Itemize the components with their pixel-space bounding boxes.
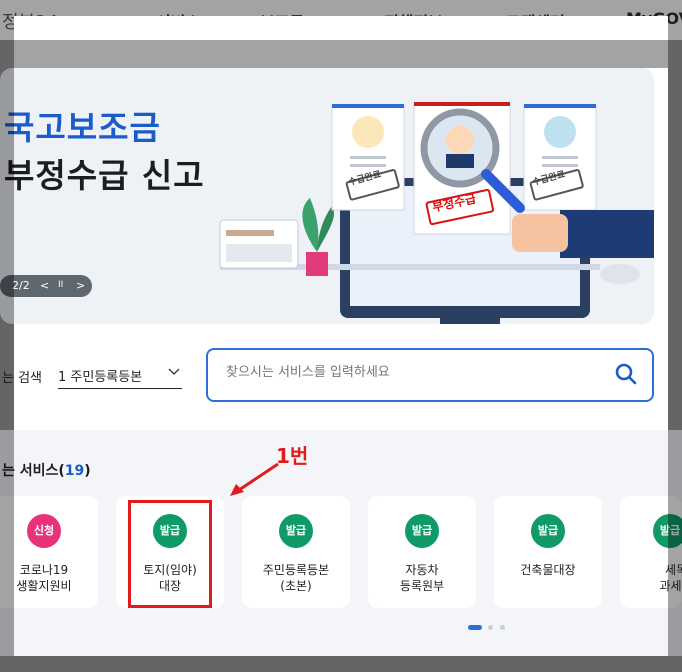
dim-overlay-top: [0, 40, 682, 68]
service-card-label: 주민등록등본 (초본): [262, 563, 330, 593]
search-category-select[interactable]: 1 주민등록등본: [58, 360, 182, 389]
annotation-arrow-icon: [230, 462, 279, 496]
pagination-dot-active[interactable]: [468, 625, 482, 630]
slider-next-button[interactable]: >: [76, 279, 85, 292]
pagination-dot[interactable]: [488, 625, 493, 630]
service-card-label: 건축물대장: [520, 563, 576, 577]
services-title: 는 서비스(19): [2, 463, 91, 479]
annotation-highlight-box: [128, 500, 212, 608]
banner-title: 국고보조금: [4, 108, 161, 147]
search-input[interactable]: [224, 364, 588, 381]
dim-overlay-bottom: [14, 656, 668, 672]
service-card-building-register[interactable]: 발급 건축물대장: [494, 496, 602, 608]
service-card-label: 자동차 등록원부: [399, 563, 445, 593]
search-icon[interactable]: [614, 362, 638, 386]
slider-counter: 2/2: [12, 279, 30, 292]
slider-prev-button[interactable]: <: [40, 279, 49, 292]
search-box: [206, 348, 654, 402]
service-card-label: 코로나19 생활지원비: [16, 563, 72, 593]
issue-badge: 발급: [405, 514, 439, 548]
issue-badge: 발급: [531, 514, 565, 548]
apply-badge: 신청: [27, 514, 61, 548]
chevron-down-icon: [168, 368, 180, 375]
dim-overlay-left: [0, 68, 14, 672]
dim-overlay-right: [668, 68, 682, 672]
issue-badge: 발급: [279, 514, 313, 548]
services-count: 19: [64, 463, 85, 479]
service-card-resident-register[interactable]: 발급 주민등록등본 (초본): [242, 496, 350, 608]
search-select-value: 1 주민등록등본: [58, 370, 143, 385]
banner-subtitle: 부정수급 신고: [4, 156, 205, 195]
slider-pause-button[interactable]: II: [58, 280, 63, 290]
service-card-vehicle-register[interactable]: 발급 자동차 등록원부: [368, 496, 476, 608]
pagination-dot[interactable]: [500, 625, 505, 630]
service-card-covid[interactable]: 신청 코로나19 생활지원비: [0, 496, 98, 608]
